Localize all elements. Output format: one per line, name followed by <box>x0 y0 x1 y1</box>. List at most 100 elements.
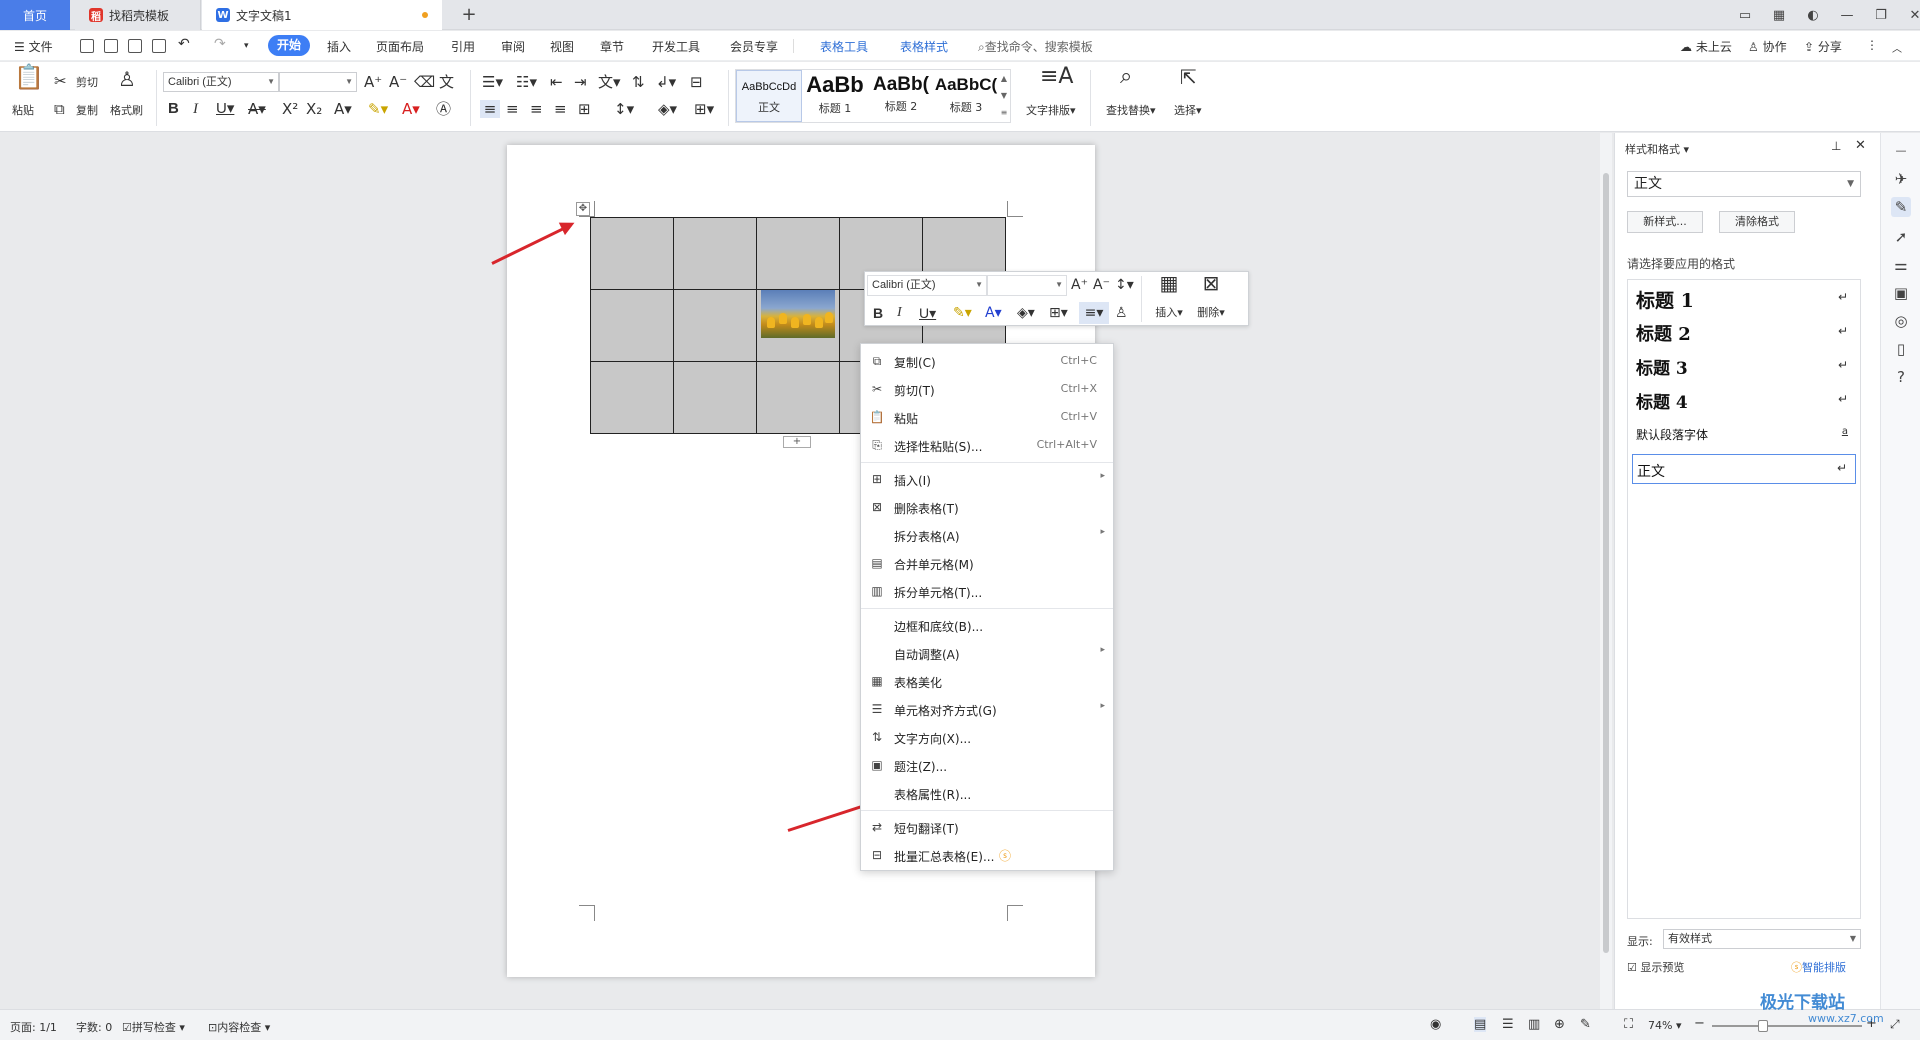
context-menu-item[interactable]: ⇅ 文字方向(X)... <box>861 724 1113 750</box>
context-menu-item[interactable]: ▥ 拆分单元格(T)... <box>861 578 1113 604</box>
grow-font-icon[interactable]: A⁺ <box>364 73 382 91</box>
increase-indent-icon[interactable]: ⇥ <box>574 73 587 91</box>
collapse-ribbon-icon[interactable]: ︿ <box>1892 40 1902 55</box>
page-view-icon[interactable]: ▤ <box>1474 1017 1487 1032</box>
clear-format-button[interactable]: 清除格式 <box>1719 211 1795 233</box>
style-pen-icon[interactable]: ✎ <box>1891 197 1911 217</box>
paste-button[interactable]: 粘贴 <box>12 102 34 118</box>
rocket-icon[interactable]: ✈ <box>1891 169 1911 189</box>
menu-table-tools[interactable]: 表格工具 <box>820 38 868 55</box>
numbered-list-icon[interactable]: ☷▾ <box>516 73 537 91</box>
style-item-heading-4[interactable]: 标题 4 ↵ <box>1632 386 1856 416</box>
show-preview-checkbox[interactable]: ☑ 显示预览 <box>1627 959 1684 975</box>
superscript-icon[interactable]: X² <box>282 100 298 118</box>
context-menu-item[interactable]: ⧉ 复制(C) Ctrl+C <box>861 348 1113 374</box>
style-gallery-scroll[interactable]: ▲ ▼ ≡ <box>998 70 1010 122</box>
context-menu-item[interactable]: ⊞ 插入(I) ▸ <box>861 466 1113 492</box>
new-style-button[interactable]: 新样式... <box>1627 211 1703 233</box>
font-size-select[interactable]: ▼ <box>279 72 357 92</box>
italic-icon[interactable]: I <box>193 100 198 118</box>
cloud-status[interactable]: ☁ 未上云 <box>1680 38 1732 55</box>
shading-icon[interactable]: ◈▾ <box>658 100 677 118</box>
layout-icon[interactable]: ▭ <box>1728 8 1762 23</box>
bullet-list-icon[interactable]: ☰▾ <box>482 73 503 91</box>
page-count[interactable]: 页面: 1/1 <box>10 1019 57 1035</box>
avatar[interactable]: ◐ <box>1796 8 1830 23</box>
table-cell[interactable] <box>756 217 840 290</box>
close-icon[interactable]: ✕ <box>1855 138 1866 153</box>
style-normal[interactable]: AaBbCcDd 正文 <box>736 70 802 122</box>
pen-icon[interactable]: ✎ <box>1580 1017 1591 1032</box>
align-center-icon[interactable]: ≡ <box>506 100 519 118</box>
italic-icon[interactable]: I <box>897 304 902 322</box>
highlight-icon[interactable]: ✎▾ <box>953 304 972 322</box>
font-color-icon[interactable]: A▾ <box>985 304 1002 322</box>
current-style-select[interactable]: 正文 ▼ <box>1627 171 1861 197</box>
table-insert-icon[interactable]: ▦ <box>1151 273 1187 293</box>
format-painter-button[interactable]: 格式刷 <box>110 102 143 118</box>
table-cell[interactable] <box>590 289 674 362</box>
cursor-icon[interactable]: ⇱ <box>1180 67 1197 87</box>
web-view-icon[interactable]: ⊕ <box>1554 1017 1565 1032</box>
redo-icon[interactable]: ↷ <box>214 36 226 52</box>
style-item-heading-3[interactable]: 标题 3 ↵ <box>1632 352 1856 382</box>
show-filter-select[interactable]: 有效样式 ▼ <box>1663 929 1861 949</box>
align-right-icon[interactable]: ≡ <box>530 100 543 118</box>
style-item-normal[interactable]: 正文 ↵ <box>1632 454 1856 484</box>
cut-button[interactable]: 剪切 <box>76 74 98 90</box>
table-cell[interactable] <box>673 217 757 290</box>
tab-stops-icon[interactable]: ⊟ <box>690 73 703 91</box>
mini-delete-button[interactable]: 删除▾ <box>1191 304 1231 322</box>
help-icon[interactable]: ? <box>1891 367 1911 387</box>
format-painter-icon[interactable]: ♙ <box>1115 304 1128 322</box>
shrink-font-icon[interactable]: A⁻ <box>389 73 407 91</box>
eye-icon[interactable]: ◉ <box>1430 1017 1441 1032</box>
menu-review[interactable]: 审阅 <box>501 38 525 55</box>
underline-icon[interactable]: U▾ <box>216 100 234 118</box>
char-border-icon[interactable]: Ⓐ <box>436 100 451 118</box>
text-layout-button[interactable]: 文字排版▾ <box>1026 102 1076 118</box>
context-menu-item[interactable]: ⎘ 选择性粘贴(S)... Ctrl+Alt+V <box>861 432 1113 458</box>
spell-check-toggle[interactable]: ☑拼写检查 ▾ <box>122 1019 185 1035</box>
menu-page-layout[interactable]: 页面布局 <box>376 38 424 55</box>
book-icon[interactable]: ▯ <box>1891 339 1911 359</box>
style-heading-3[interactable]: AaBbC( 标题 3 <box>934 70 998 122</box>
context-menu-item[interactable]: 拆分表格(A) ▸ <box>861 522 1113 548</box>
font-name-select[interactable]: Calibri (正文) ▼ <box>163 72 279 92</box>
context-menu-item[interactable]: ☰ 单元格对齐方式(G) ▸ <box>861 696 1113 722</box>
table-cell[interactable] <box>756 361 840 434</box>
fit-page-icon[interactable]: ⛶ <box>1624 1017 1633 1032</box>
magnifier-icon[interactable]: ⌕ <box>1120 66 1132 88</box>
close-icon[interactable]: ✕ <box>1898 8 1920 23</box>
style-item-heading-1[interactable]: 标题 1 ↵ <box>1632 284 1856 314</box>
command-search[interactable]: ⌕查找命令、搜索模板 <box>978 38 1093 55</box>
fullscreen-icon[interactable]: ⤢ <box>1890 1017 1900 1032</box>
context-menu-item[interactable]: ▦ 表格美化 <box>861 668 1113 694</box>
shading-icon[interactable]: ◈▾ <box>1017 304 1035 322</box>
outline-view-icon[interactable]: ☰ <box>1502 1017 1514 1032</box>
context-menu-item[interactable]: ▣ 题注(Z)... <box>861 752 1113 778</box>
context-menu-item[interactable]: ⇄ 短句翻译(T) <box>861 814 1113 840</box>
select-cursor-icon[interactable]: ➚ <box>1891 227 1911 247</box>
add-row-button[interactable]: + <box>783 436 811 448</box>
style-heading-2[interactable]: AaBb( 标题 2 <box>868 70 934 122</box>
phonetic-icon[interactable]: 文 <box>439 73 454 91</box>
table-cell[interactable] <box>756 289 840 362</box>
menu-insert[interactable]: 插入 <box>327 38 351 55</box>
context-menu-item[interactable]: ▤ 合并单元格(M) <box>861 550 1113 576</box>
content-check-toggle[interactable]: ⊡内容检查 ▾ <box>208 1019 270 1035</box>
justify-icon[interactable]: ≡ <box>554 100 567 118</box>
tulip-image[interactable] <box>761 290 835 338</box>
restore-icon[interactable]: ❐ <box>1864 8 1898 23</box>
clear-format-icon[interactable]: ⌫ <box>414 73 435 91</box>
sort-icon[interactable]: ⇅ <box>632 73 645 91</box>
menu-reference[interactable]: 引用 <box>451 38 475 55</box>
copy-button[interactable]: 复制 <box>76 102 98 118</box>
zoom-out-icon[interactable]: − <box>1694 1016 1705 1031</box>
quick-access-more-icon[interactable]: ▾ <box>244 41 249 51</box>
menu-view[interactable]: 视图 <box>550 38 574 55</box>
text-layout-icon[interactable]: ≡A <box>1040 66 1073 88</box>
save-icon[interactable] <box>80 39 94 53</box>
table-cell[interactable] <box>590 217 674 290</box>
table-cell[interactable] <box>590 361 674 434</box>
